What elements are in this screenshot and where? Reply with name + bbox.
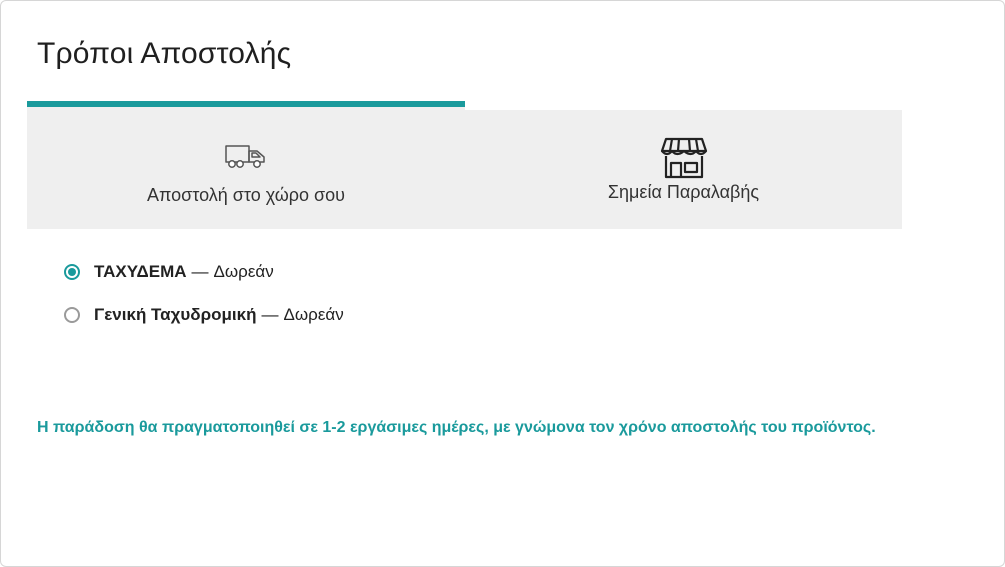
option-geniki-taxydromiki[interactable]: Γενική Ταχυδρομική — Δωρεάν (64, 302, 344, 328)
tab-home-label: Αποστολή στο χώρο σου (146, 185, 346, 205)
option-price: Δωρεάν (213, 262, 274, 281)
delivery-note: Η παράδοση θα πραγματοποιηθεί σε 1-2 εργ… (37, 419, 876, 436)
tab-pickup-points[interactable]: Σημεία Παραλαβής (465, 110, 902, 229)
option-separator: — (191, 262, 209, 281)
option-price: Δωρεάν (283, 305, 344, 324)
shipping-options: ΤΑΧΥΔΕΜΑ — Δωρεάν Γενική Ταχυδρομική — Δ… (64, 259, 344, 345)
tab-pickup-label: Σημεία Παραλαβής (607, 182, 760, 202)
radio-taxydema[interactable] (64, 264, 80, 280)
shipping-methods-panel: Τρόποι Αποστολής Αποστολή στο χώρο σου Σ… (0, 0, 1005, 567)
storefront-icon (660, 137, 708, 179)
tab-home-delivery[interactable]: Αποστολή στο χώρο σου (27, 101, 465, 229)
option-name: ΤΑΧΥΔΕΜΑ (94, 262, 187, 281)
option-taxydema[interactable]: ΤΑΧΥΔΕΜΑ — Δωρεάν (64, 259, 344, 285)
option-separator: — (261, 305, 279, 324)
radio-geniki-taxydromiki[interactable] (64, 307, 80, 323)
page-title: Τρόποι Αποστολής (37, 37, 292, 70)
delivery-truck-icon (225, 143, 267, 175)
option-name: Γενική Ταχυδρομική (94, 305, 257, 324)
shipping-tabs: Αποστολή στο χώρο σου Σημεία Παραλαβής (27, 101, 902, 229)
